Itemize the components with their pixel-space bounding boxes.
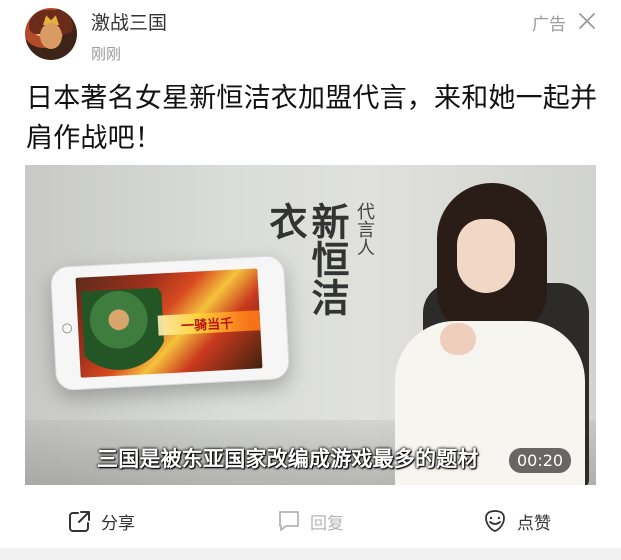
like-icon [485, 510, 505, 532]
post-title: 日本著名女星新恒洁衣加盟代言，来和她一起并肩作战吧！ [26, 83, 598, 154]
game-hero-image [81, 287, 166, 378]
video-subtitle: 三国是被东亚国家改编成游戏最多的题材 [97, 447, 479, 471]
game-screen: 一骑当千 [75, 268, 263, 378]
video-duration: 00:20 [509, 448, 572, 473]
account-avatar[interactable] [25, 8, 77, 60]
close-icon[interactable] [576, 10, 598, 32]
account-name[interactable]: 激战三国 [91, 8, 167, 35]
bottom-divider [0, 548, 621, 560]
share-label: 分享 [101, 513, 135, 534]
share-button[interactable]: 分享 [67, 508, 135, 534]
spokesperson-caption: 新恒洁衣 代言人 [263, 202, 389, 342]
spokesperson-label: 代言人 [354, 202, 375, 256]
post-timestamp: 刚刚 [91, 45, 122, 63]
share-icon [69, 511, 90, 532]
action-bar: 分享 回复 点赞 [0, 495, 621, 545]
post-header: 激战三国 刚刚 广告 [0, 0, 621, 70]
spokesperson-image [395, 183, 585, 485]
reply-button: 回复 [276, 508, 344, 534]
phone-mockup: 一骑当千 [49, 254, 291, 392]
spokesperson-name: 新恒洁衣 [263, 202, 350, 316]
video-player[interactable]: 一骑当千 新恒洁衣 代言人 三国是被东亚国家改编成游戏最多的题材 00:20 [25, 165, 596, 485]
game-skill-text: 一骑当千 [180, 316, 234, 335]
reply-label: 回复 [310, 513, 344, 534]
comment-icon [279, 511, 299, 531]
phone-home-button [61, 323, 73, 334]
like-label: 点赞 [517, 513, 551, 534]
like-button[interactable]: 点赞 [481, 508, 551, 534]
ad-label: 广告 [532, 15, 566, 35]
